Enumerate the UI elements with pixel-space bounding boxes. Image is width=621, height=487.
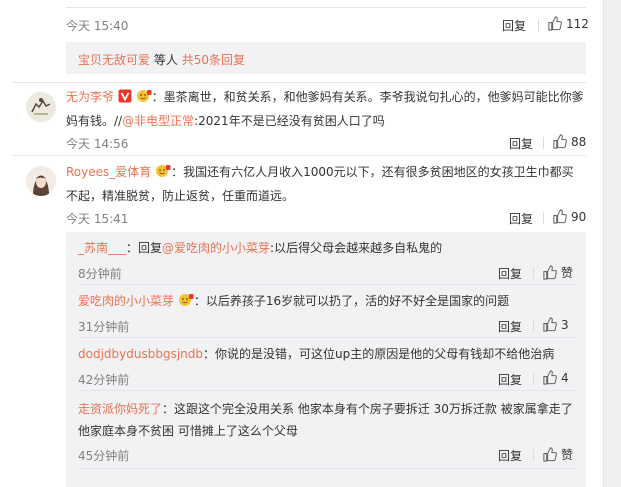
sub-reply-body: 爱吃肉的小小菜芽 ：以后养孩子16岁就可以扔了，活的好不好全是国家的问题: [78, 290, 578, 314]
reply-button[interactable]: 回复: [498, 265, 522, 282]
reply-button[interactable]: 回复: [509, 135, 533, 152]
member-emoji-icon: [178, 292, 194, 314]
reply-button[interactable]: 回复: [498, 447, 522, 464]
more-replies-link[interactable]: 共50条回复: [182, 53, 245, 67]
divider: [66, 7, 586, 8]
divider: [78, 284, 578, 285]
like-count: 88: [571, 135, 587, 149]
avatar[interactable]: [26, 166, 56, 196]
reply-text-line-1: ：这跟这个完全没用关系 他家本身有个房子要拆迁 30万拆迁款 被家属拿走了: [162, 402, 573, 416]
reply-username[interactable]: 走资派你妈死了: [78, 402, 162, 416]
action-divider: [538, 19, 539, 31]
action-divider: [533, 267, 534, 279]
comment-body: Royees_爱体育 ：我国还有六亿人月收入1000元以下，还有很多贫困地区的女…: [66, 161, 586, 207]
more-replies-bar: 宝贝无敌可爱 等人 共50条回复: [66, 42, 586, 74]
like-count: 112: [566, 17, 589, 31]
mention-link[interactable]: @非电型正常: [122, 114, 194, 128]
mention-link[interactable]: @爱吃肉的小小菜芽: [162, 241, 270, 255]
comment-time: 今天 15:41: [66, 212, 129, 226]
sub-reply-body: dodjdbydusbbgsjndb：你说的是没错，可这位up主的原因是他的父母…: [78, 343, 578, 365]
comments-panel: 今天 15:40 回复 112 宝贝无敌可爱 等人 共50条回复 无为李爷 ：墨…: [0, 0, 603, 487]
reply-username[interactable]: 爱吃肉的小小菜芽: [78, 294, 174, 308]
reply-time: 31分钟前: [78, 320, 130, 334]
like-count: 4: [561, 371, 569, 385]
more-replies-text: 等人: [153, 53, 178, 67]
action-divider: [533, 373, 534, 385]
comment-text-line-2: 不起，精准脱贫，防止返贫，任重而道远。: [66, 189, 295, 203]
avatar-image: [26, 92, 56, 122]
reply-text: :以后得父母会越来越多自私鬼的: [270, 241, 443, 255]
comment-text-line-2: 妈有钱。//: [66, 114, 123, 128]
thumbs-up-icon: [543, 370, 557, 385]
divider: [78, 337, 578, 338]
sub-reply-body: 走资派你妈死了：这跟这个完全没用关系 他家本身有个房子要拆迁 30万拆迁款 被家…: [78, 398, 578, 442]
comment-body: 无为李爷 ：墨茶离世，和贫关系，和他爹妈有关系。李爷我说句扎心的，他爹妈可能比你…: [66, 86, 586, 132]
like-button[interactable]: 赞: [542, 446, 573, 463]
like-label: 赞: [561, 266, 574, 280]
like-button[interactable]: 112: [547, 16, 589, 31]
reply-button[interactable]: 回复: [509, 210, 533, 227]
thumbs-up-icon: [553, 134, 567, 149]
thumbs-up-icon: [543, 317, 557, 332]
sub-reply-body: _苏南___：回复@爱吃肉的小小菜芽:以后得父母会越来越多自私鬼的: [78, 237, 578, 259]
member-emoji-icon: [136, 88, 152, 110]
avatar-image: [26, 166, 56, 196]
like-label: 赞: [561, 448, 574, 462]
action-divider: [543, 212, 544, 224]
reply-button[interactable]: 回复: [498, 371, 522, 388]
reply-text-line-2: 他家庭本身不贫困 可惜摊上了这么个父母: [78, 424, 298, 438]
reply-time: 42分钟前: [78, 373, 130, 387]
reply-username[interactable]: dodjdbydusbbgsjndb: [78, 347, 203, 361]
avatar[interactable]: [26, 92, 56, 122]
reply-button[interactable]: 回复: [502, 17, 526, 34]
thumbs-up-icon: [543, 265, 557, 280]
divider: [78, 390, 578, 391]
like-button[interactable]: 90: [552, 209, 586, 224]
reply-prefix: ：回复: [126, 241, 163, 255]
reply-user-link[interactable]: 宝贝无敌可爱: [78, 53, 150, 67]
like-button[interactable]: 88: [552, 134, 586, 149]
divider: [12, 82, 586, 83]
reply-time: 8分钟前: [78, 267, 122, 281]
like-button[interactable]: 赞: [542, 264, 573, 281]
comment-username[interactable]: Royees_爱体育: [66, 165, 151, 179]
comment-time: 今天 15:40: [66, 19, 129, 33]
thumbs-up-icon: [553, 209, 567, 224]
thumbs-up-icon: [543, 447, 557, 462]
reply-text: ：你说的是没错，可这位up主的原因是他的父母有钱却不给他治病: [203, 347, 555, 361]
divider: [78, 468, 578, 469]
like-count: 3: [561, 318, 569, 332]
mention-text: :2021年不是已经没有贫困人口了吗: [194, 114, 385, 128]
reply-button[interactable]: 回复: [498, 318, 522, 335]
sub-replies-box: _苏南___：回复@爱吃肉的小小菜芽:以后得父母会越来越多自私鬼的 8分钟前 回…: [66, 232, 586, 487]
comment-text-line-1: ：我国还有六亿人月收入1000元以下，还有很多贫困地区的女孩卫生巾都买: [171, 165, 574, 179]
like-button[interactable]: 3: [542, 317, 569, 332]
reply-username[interactable]: _苏南___: [78, 241, 126, 255]
comment-time: 今天 14:56: [66, 137, 129, 151]
comment-username[interactable]: 无为李爷: [66, 90, 114, 104]
divider: [12, 155, 586, 156]
scrollbar[interactable]: [603, 0, 621, 487]
comment-text-line-1: ：墨茶离世，和贫关系，和他爹妈有关系。李爷我说句扎心的，他爹妈可能比你爹: [151, 90, 584, 104]
action-divider: [533, 449, 534, 461]
reply-text: ：以后养孩子16岁就可以扔了，活的好不好全是国家的问题: [193, 294, 510, 308]
thumbs-up-icon: [548, 16, 562, 31]
reply-time: 45分钟前: [78, 449, 130, 463]
member-emoji-icon: [155, 163, 171, 185]
action-divider: [543, 137, 544, 149]
verified-badge-icon: [118, 88, 132, 110]
like-count: 90: [571, 210, 587, 224]
like-button[interactable]: 4: [542, 370, 569, 385]
action-divider: [533, 320, 534, 332]
